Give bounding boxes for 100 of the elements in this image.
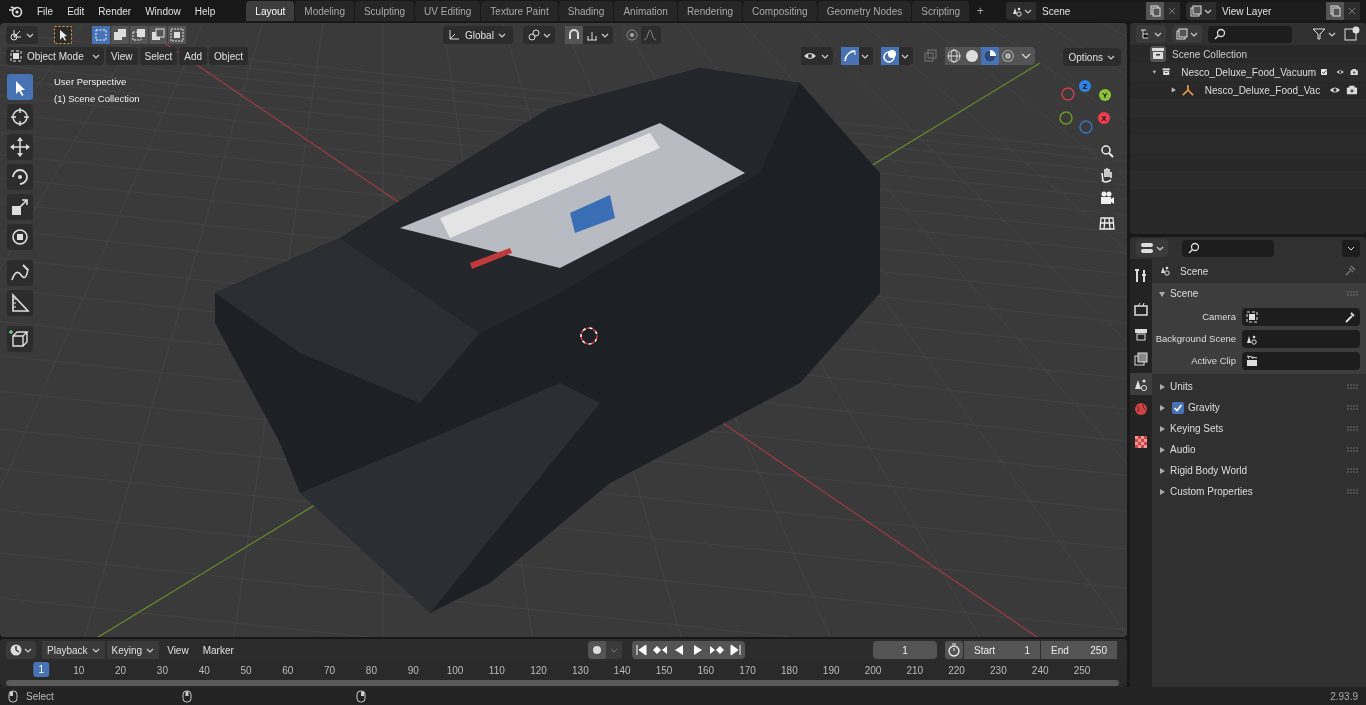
menu-item[interactable]: View (161, 641, 195, 659)
cursor-tool-icon[interactable] (7, 104, 33, 130)
select-box-tool-icon[interactable] (7, 74, 33, 100)
menu-item[interactable]: Marker (196, 641, 240, 659)
workspace-tab[interactable]: Scripting (912, 1, 970, 21)
start-frame-field[interactable]: Start 1 (964, 641, 1040, 659)
workspace-tab[interactable]: Compositing (743, 1, 817, 21)
panel-header[interactable]: Scene (1152, 283, 1366, 304)
annotate-tool-icon[interactable] (7, 260, 33, 286)
difference-select-mode-icon[interactable] (149, 26, 167, 44)
extend-select-mode-icon[interactable] (111, 26, 129, 44)
scene-field[interactable]: Scene (1036, 2, 1146, 20)
workspace-tab[interactable]: Animation (614, 1, 677, 21)
workspace-tab[interactable]: Geometry Nodes (817, 1, 912, 21)
axis-handle[interactable] (1061, 87, 1075, 101)
current-frame-field[interactable]: 1 (873, 641, 937, 659)
scale-tool-icon[interactable] (7, 194, 33, 220)
visibility-dropdown[interactable] (801, 47, 833, 65)
add-cube-tool-icon[interactable] (7, 326, 33, 352)
workspace-tab[interactable]: Layout (246, 1, 295, 21)
menu-item[interactable]: Select (139, 47, 178, 65)
solid-shading-icon[interactable] (963, 47, 981, 65)
workspace-tab[interactable]: Shading (558, 1, 614, 21)
blender-logo-icon[interactable] (8, 4, 24, 18)
display-mode-dropdown[interactable] (1172, 25, 1202, 43)
copy-icon[interactable] (1326, 2, 1344, 20)
disclosure-triangle-icon[interactable] (1170, 86, 1177, 94)
menu-item[interactable]: File (30, 1, 61, 21)
editor-type-selector[interactable] (6, 641, 36, 659)
material-shading-icon[interactable] (981, 47, 999, 65)
outliner-item[interactable]: Nesco_Deluxe_Food_Vacuum (1181, 64, 1317, 80)
view-layer-selector[interactable] (1186, 2, 1216, 20)
pin-icon[interactable] (1344, 265, 1356, 277)
playhead-frame[interactable]: 1 (33, 662, 49, 677)
stopwatch-icon[interactable] (945, 641, 963, 659)
menu-item[interactable]: Render (91, 1, 139, 21)
timeline-scrollbar[interactable] (6, 680, 1119, 686)
menu-item[interactable]: Window (138, 1, 188, 21)
workspace-tab[interactable]: Texture Paint (481, 1, 558, 21)
copy-icon[interactable] (1146, 2, 1164, 20)
move-tool-icon[interactable] (7, 134, 33, 160)
hand-icon[interactable] (1096, 164, 1118, 186)
orientation-dropdown[interactable]: Global (443, 26, 513, 44)
camera-icon[interactable] (1349, 66, 1358, 78)
eyedropper-icon[interactable] (1344, 311, 1356, 323)
outliner-item[interactable]: Nesco_Deluxe_Food_Vac (1204, 82, 1321, 98)
axis-handle[interactable]: X (1098, 112, 1110, 124)
gizmo-dropdown[interactable] (841, 47, 873, 65)
menu-item[interactable]: View (106, 47, 138, 65)
workspace-tab[interactable]: Modeling (295, 1, 354, 21)
new-collection-icon[interactable] (1344, 26, 1360, 42)
workspace-tab[interactable]: UV Editing (415, 1, 481, 21)
select-tool-icon[interactable] (54, 26, 72, 44)
workspace-tab[interactable]: Sculpting (354, 1, 415, 21)
workspace-tab[interactable]: Rendering (677, 1, 743, 21)
menu-item[interactable]: Help (187, 1, 223, 21)
disclosure-triangle-icon[interactable] (1152, 68, 1157, 76)
checkbox-icon[interactable] (1172, 401, 1184, 414)
rotate-tool-icon[interactable] (7, 164, 33, 190)
filter-dropdown[interactable] (1310, 25, 1338, 43)
options-dropdown[interactable]: Options (1062, 48, 1121, 66)
data-field[interactable] (1242, 330, 1360, 348)
end-frame-field[interactable]: End 250 (1041, 641, 1117, 659)
menu-item[interactable]: Add (179, 47, 208, 65)
outliner-item[interactable]: Scene Collection (1172, 46, 1248, 62)
menu-dropdown[interactable]: Playback (42, 641, 105, 659)
view-layer-field[interactable]: View Layer (1216, 2, 1326, 20)
search-field[interactable] (1182, 239, 1274, 257)
axis-handle[interactable]: Z (1079, 80, 1091, 92)
pivot-point-dropdown[interactable] (523, 26, 555, 44)
axis-handle[interactable] (1059, 111, 1073, 125)
snap-magnet-icon[interactable] (565, 26, 583, 44)
intersect-select-mode-icon[interactable] (168, 26, 186, 44)
add-workspace-button[interactable]: + (972, 2, 989, 20)
overlay-dropdown[interactable] (881, 47, 913, 65)
axis-handle[interactable] (1079, 120, 1093, 134)
grid-icon[interactable] (1096, 212, 1118, 234)
subtract-select-mode-icon[interactable] (130, 26, 148, 44)
scene-icon[interactable] (1130, 373, 1152, 395)
checkbox-icon[interactable] (1321, 67, 1328, 77)
wireframe-shading-icon[interactable] (945, 47, 963, 65)
measure-tool-icon[interactable] (7, 290, 33, 316)
shading-options-icon[interactable] (1019, 51, 1033, 61)
editor-type-selector[interactable] (1136, 239, 1168, 257)
falloff-curve-icon[interactable] (643, 28, 657, 42)
menu-item[interactable]: Edit (60, 1, 92, 21)
menu-item[interactable]: Object (209, 47, 248, 65)
transform-tool-icon[interactable] (7, 224, 33, 250)
editor-type-selector[interactable] (6, 26, 38, 44)
menu-dropdown[interactable]: Keying (106, 641, 160, 659)
close-icon[interactable] (1164, 2, 1180, 20)
close-icon[interactable] (1344, 2, 1360, 20)
data-field[interactable] (1242, 308, 1360, 326)
mode-dropdown[interactable]: Object Mode (6, 47, 104, 65)
scene-selector[interactable] (1006, 2, 1036, 20)
axis-handle[interactable]: Y (1099, 89, 1111, 101)
data-field[interactable] (1242, 352, 1360, 370)
editor-type-selector[interactable] (1136, 25, 1166, 43)
search-field[interactable] (1208, 25, 1292, 43)
camera-icon[interactable] (1346, 84, 1358, 96)
